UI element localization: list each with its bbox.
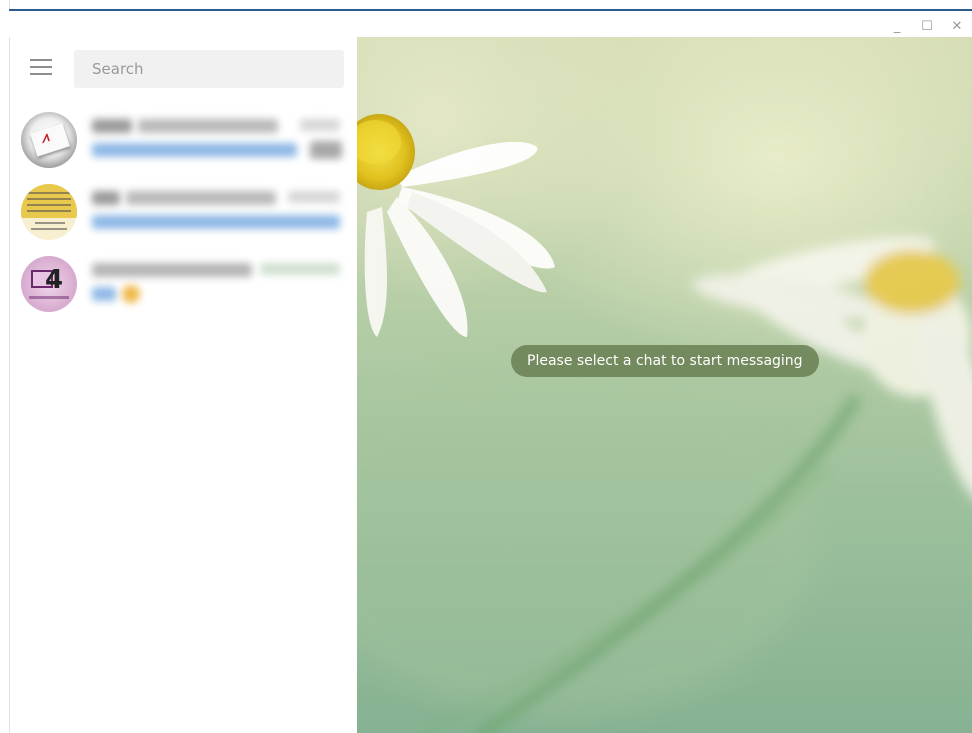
- window-controls: _ ☐ ✕: [882, 16, 972, 36]
- chat-area: Please select a chat to start messaging: [357, 37, 972, 733]
- emoji-icon: [122, 285, 140, 303]
- title-bar: _ ☐ ✕: [9, 9, 972, 37]
- e24-logo-icon: 4: [45, 265, 64, 295]
- chat-title-blurred: [92, 263, 252, 277]
- avatar: ⩘: [21, 112, 77, 168]
- sidebar: ⩘: [10, 37, 357, 733]
- chat-item[interactable]: [10, 179, 350, 251]
- chat-item[interactable]: ⩘: [10, 107, 350, 179]
- empty-state-message: Please select a chat to start messaging: [511, 345, 819, 377]
- chat-preview-blurred: [92, 143, 297, 157]
- chat-title-blurred: [92, 191, 120, 205]
- search-box[interactable]: [74, 50, 344, 88]
- maximize-button[interactable]: ☐: [912, 16, 942, 36]
- hamburger-menu-icon[interactable]: [30, 59, 52, 75]
- chat-preview-blurred: [92, 287, 116, 301]
- avatar: [21, 184, 77, 240]
- left-edge: [0, 0, 10, 733]
- close-button[interactable]: ✕: [942, 16, 972, 36]
- minimize-button[interactable]: _: [882, 16, 912, 36]
- avatar: 4: [21, 256, 77, 312]
- search-input[interactable]: [90, 59, 334, 79]
- chat-title-blurred: [92, 119, 132, 133]
- chamomile-wallpaper-icon: [357, 114, 972, 733]
- app-window: _ ☐ ✕ ⩘: [0, 0, 972, 733]
- chat-item[interactable]: 4: [10, 251, 350, 323]
- chat-preview-blurred: [92, 215, 340, 229]
- chat-list: ⩘ 4: [10, 107, 350, 323]
